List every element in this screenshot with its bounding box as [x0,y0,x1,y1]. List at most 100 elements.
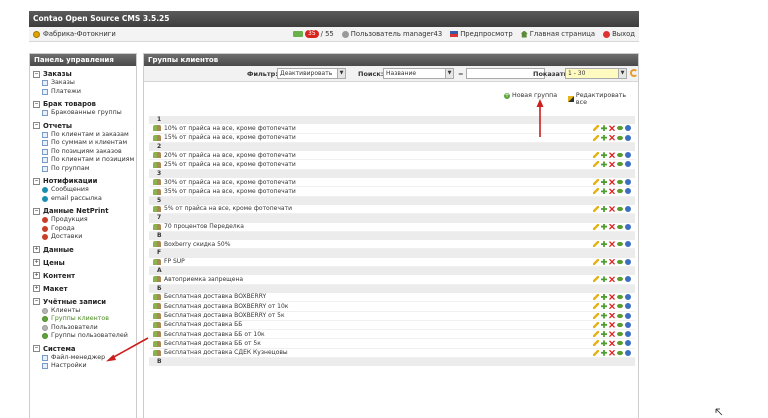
info-icon[interactable] [625,125,631,132]
toggle-visibility-icon[interactable] [617,153,623,158]
site-link[interactable]: Фабрика-Фотокниги [33,30,116,38]
sidebar-item[interactable]: По группам [30,165,136,174]
sidebar-item[interactable]: По клиентам и позициям [30,156,136,165]
collapse-icon[interactable]: − [33,100,40,108]
edit-icon[interactable] [593,303,599,310]
copy-icon[interactable] [601,258,607,265]
edit-icon[interactable] [593,134,599,141]
copy-icon[interactable] [601,125,607,132]
sidebar-item[interactable]: По позициям заказов [30,148,136,157]
edit-icon[interactable] [593,179,599,186]
delete-icon[interactable] [609,303,615,310]
collapse-icon[interactable]: − [33,207,40,215]
copy-icon[interactable] [601,293,607,300]
toggle-visibility-icon[interactable] [617,313,623,318]
toggle-visibility-icon[interactable] [617,206,623,212]
collapse-icon[interactable]: − [33,345,40,352]
sidebar-item[interactable]: Доставки [30,233,136,242]
edit-icon[interactable] [593,349,599,356]
edit-icon[interactable] [593,340,599,347]
sidebar-item[interactable]: Файл-менеджер [30,354,136,363]
sidebar-item[interactable]: По суммам и клиентам [30,139,136,148]
info-icon[interactable] [625,331,631,338]
edit-icon[interactable] [593,258,599,265]
edit-all-button[interactable]: Редактировать все [568,92,638,106]
sidebar-item[interactable]: Группы клиентов [30,315,136,324]
expand-icon[interactable]: + [33,246,40,253]
copy-icon[interactable] [601,349,607,356]
delete-icon[interactable] [609,134,615,141]
sidebar-item[interactable]: Клиенты [30,307,136,316]
info-icon[interactable] [625,349,631,356]
delete-icon[interactable] [609,321,615,328]
sidebar-group-title[interactable]: + Контент [30,271,136,281]
edit-icon[interactable] [593,223,599,230]
edit-icon[interactable] [593,321,599,328]
edit-icon[interactable] [593,276,599,283]
toggle-visibility-icon[interactable] [617,242,623,247]
delete-icon[interactable] [609,349,615,356]
info-icon[interactable] [625,223,631,230]
toggle-visibility-icon[interactable] [617,341,623,346]
delete-icon[interactable] [609,312,615,319]
info-icon[interactable] [625,188,631,195]
delete-icon[interactable] [609,331,615,338]
edit-icon[interactable] [593,161,599,168]
copy-icon[interactable] [601,312,607,319]
user-link[interactable]: Пользователь manager43 [341,30,442,38]
delete-icon[interactable] [609,152,615,159]
toggle-visibility-icon[interactable] [617,259,623,264]
info-icon[interactable] [625,276,631,283]
edit-icon[interactable] [593,293,599,300]
copy-icon[interactable] [601,188,607,195]
sidebar-item[interactable]: Пользователи [30,324,136,333]
logout-link[interactable]: Выход [603,30,635,38]
sidebar-group-title[interactable]: − Учётные записи [30,297,136,307]
sidebar-group-title[interactable]: − Нотификации [30,176,136,186]
sidebar-item[interactable]: Бракованные группы [30,109,136,118]
expand-icon[interactable]: + [33,285,40,292]
copy-icon[interactable] [601,331,607,338]
info-icon[interactable] [625,312,631,319]
info-icon[interactable] [625,321,631,328]
sidebar-group-title[interactable]: + Данные [30,245,136,255]
sidebar-group-title[interactable]: + Цены [30,258,136,268]
sidebar-group-title[interactable]: + Макет [30,284,136,294]
info-icon[interactable] [625,179,631,186]
sidebar-group-title[interactable]: − Заказы [30,69,136,79]
toggle-visibility-icon[interactable] [617,304,623,309]
info-icon[interactable] [625,152,631,159]
sidebar-item[interactable]: Сообщения [30,186,136,195]
preview-link[interactable]: Предпросмотр [450,30,513,38]
toggle-visibility-icon[interactable] [617,322,623,327]
info-icon[interactable] [625,241,631,248]
copy-icon[interactable] [601,276,607,283]
delete-icon[interactable] [609,223,615,230]
copy-icon[interactable] [601,152,607,159]
sidebar-group-title[interactable]: − Отчеты [30,121,136,131]
sidebar-item[interactable]: По клиентам и заказам [30,131,136,140]
copy-icon[interactable] [601,161,607,168]
copy-icon[interactable] [601,321,607,328]
toggle-visibility-icon[interactable] [617,350,623,355]
filter-select[interactable]: Деактивировать ▼ [277,68,346,79]
copy-icon[interactable] [601,303,607,310]
toggle-visibility-icon[interactable] [617,126,623,131]
toggle-visibility-icon[interactable] [617,135,623,140]
info-icon[interactable] [625,293,631,300]
delete-icon[interactable] [609,258,615,265]
edit-icon[interactable] [593,152,599,159]
edit-icon[interactable] [593,312,599,319]
copy-icon[interactable] [601,179,607,186]
home-link[interactable]: Главная страница [520,30,595,38]
delete-icon[interactable] [609,179,615,186]
toggle-visibility-icon[interactable] [617,224,623,229]
sidebar-item[interactable]: Города [30,225,136,234]
copy-icon[interactable] [601,340,607,347]
new-group-button[interactable]: + Новая группа [504,92,557,99]
toggle-visibility-icon[interactable] [617,189,623,194]
sidebar-group-title[interactable]: − Данные NetPrint [30,206,136,216]
toggle-visibility-icon[interactable] [617,179,623,185]
delete-icon[interactable] [609,188,615,195]
edit-icon[interactable] [593,241,599,248]
